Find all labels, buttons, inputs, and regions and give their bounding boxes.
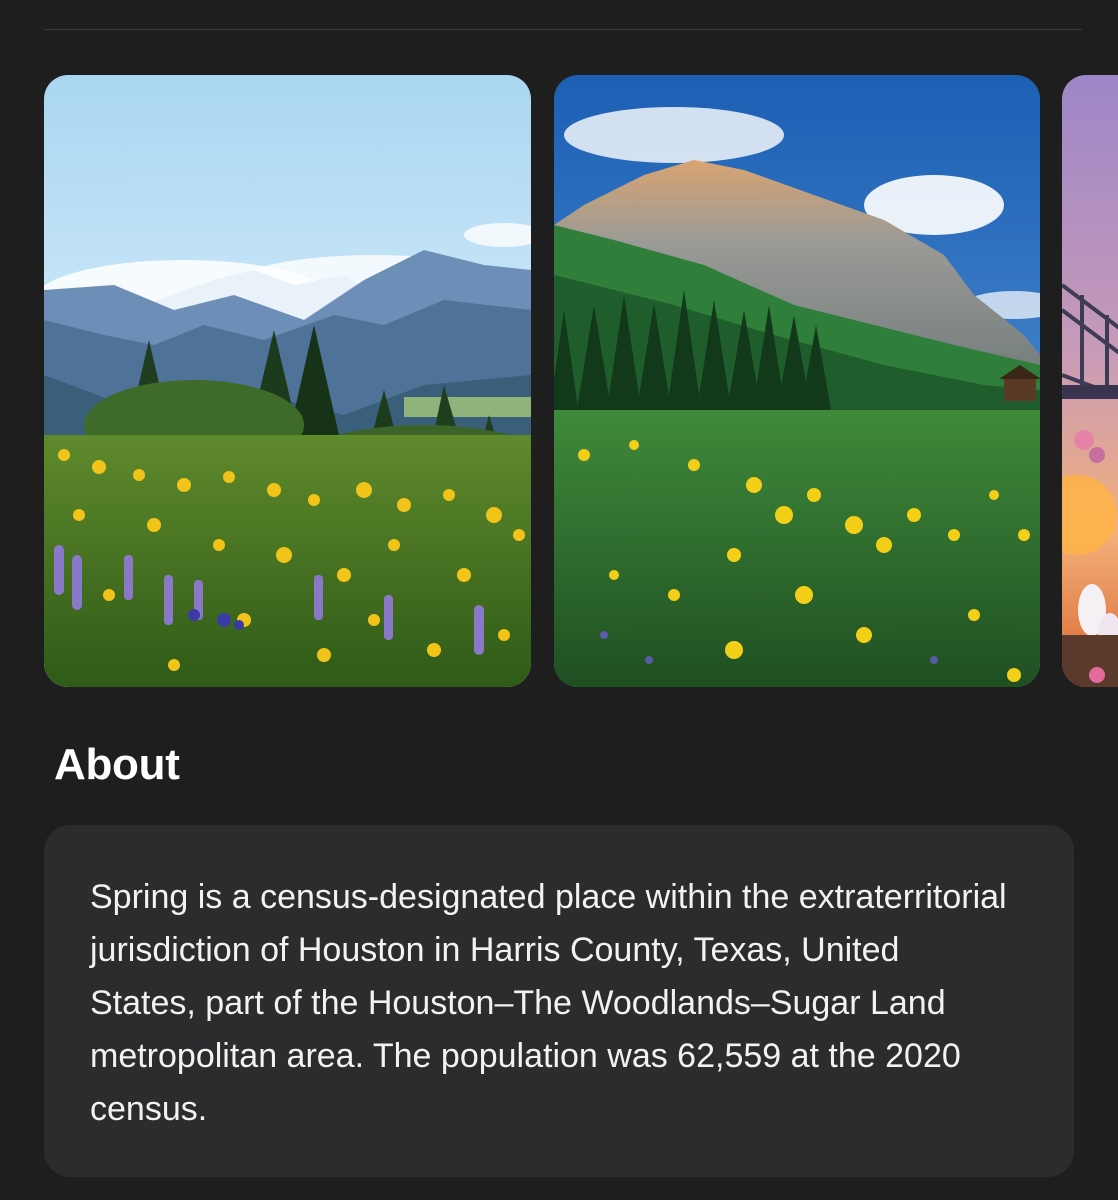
gallery-photo-3[interactable] [1062, 75, 1118, 687]
photo-gallery[interactable] [0, 75, 1118, 687]
about-description: Spring is a census-designated place with… [90, 878, 1007, 1128]
about-card: Spring is a census-designated place with… [44, 825, 1074, 1177]
about-heading: About [54, 740, 180, 789]
gallery-photo-1[interactable] [44, 75, 531, 687]
alpine-peak-wildflower-photo [554, 75, 1040, 687]
top-divider [44, 29, 1082, 30]
sunset-bridge-flowers-photo [1062, 75, 1118, 687]
place-detail-page: About Spring is a census-designated plac… [0, 0, 1118, 1200]
gallery-photo-2[interactable] [554, 75, 1040, 687]
mountain-wildflower-meadow-photo [44, 75, 531, 687]
